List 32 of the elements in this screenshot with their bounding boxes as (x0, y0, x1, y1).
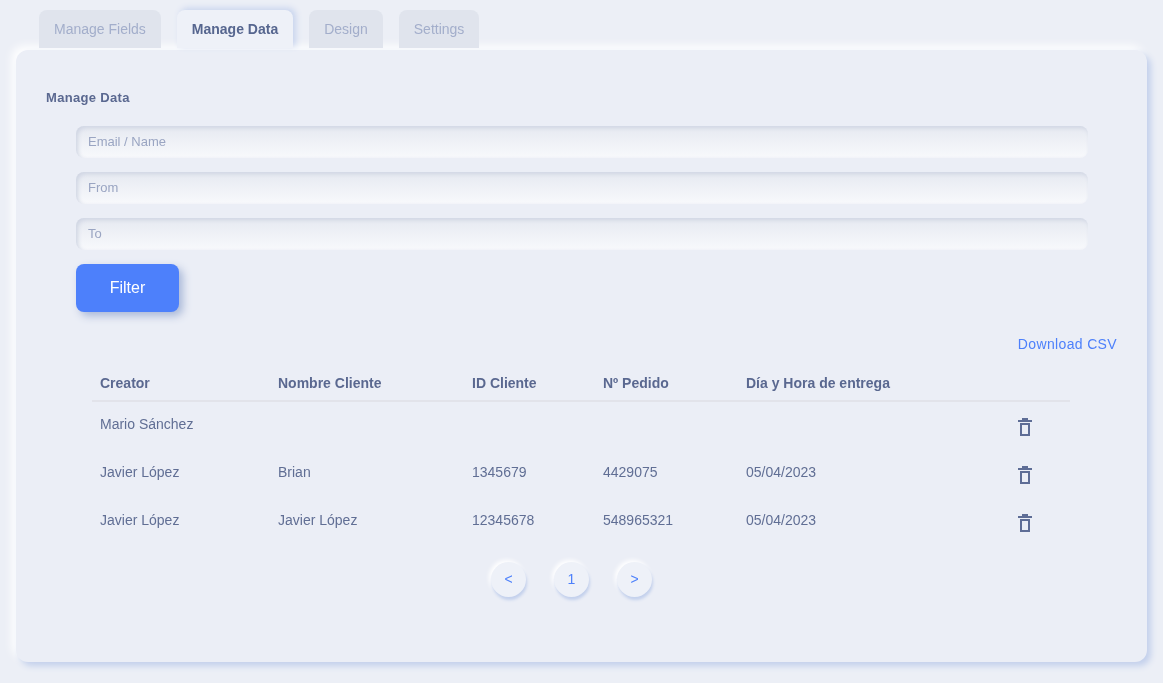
column-header: ID Cliente (472, 374, 537, 391)
table-cell: 4429075 (603, 463, 658, 480)
table-cell: Javier López (100, 511, 180, 528)
delete-icon[interactable] (1018, 513, 1032, 532)
pagination-button[interactable]: < (491, 561, 526, 597)
table-cell: 548965321 (603, 511, 674, 528)
table-cell: Javier López (278, 511, 358, 528)
input-field[interactable]: From (76, 171, 1088, 204)
table-cell: Brian (278, 463, 311, 480)
input-field[interactable]: Email / Name (76, 125, 1088, 158)
pagination-button[interactable]: > (617, 561, 652, 597)
tab[interactable]: Manage Fields (39, 10, 161, 48)
tab[interactable]: Settings (398, 10, 480, 48)
tab[interactable]: Manage Data (176, 10, 294, 48)
delete-icon[interactable] (1018, 417, 1032, 436)
column-header: Creator (100, 374, 150, 391)
table-cell: 05/04/2023 (746, 511, 817, 528)
column-header: Nº Pedido (603, 374, 669, 391)
download-link[interactable]: Download CSV (1017, 333, 1117, 355)
table-cell: Mario Sánchez (100, 415, 194, 432)
pagination-button[interactable]: 1 (554, 561, 589, 597)
table-cell: 12345678 (472, 511, 535, 528)
column-header: Día y Hora de entrega (746, 374, 890, 391)
table-cell: Javier López (100, 463, 180, 480)
input-field[interactable]: To (76, 217, 1088, 250)
tab[interactable]: Design (309, 10, 383, 48)
table-cell: 1345679 (472, 463, 527, 480)
panel-title: Manage Data (46, 89, 131, 107)
delete-icon[interactable] (1018, 465, 1032, 484)
filter-button[interactable]: Filter (76, 263, 179, 312)
column-header: Nombre Cliente (278, 374, 382, 391)
table-cell: 05/04/2023 (746, 463, 817, 480)
